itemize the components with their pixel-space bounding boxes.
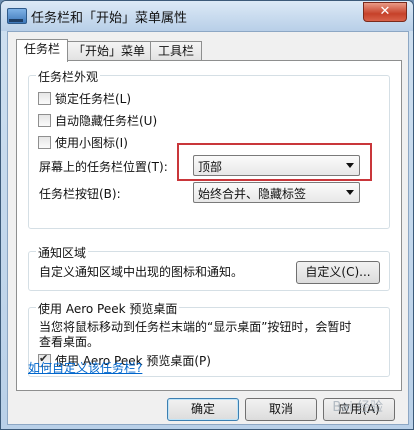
cancel-button[interactable]: 取消 bbox=[245, 398, 317, 421]
help-link[interactable]: 如何自定义该任务栏? bbox=[28, 359, 142, 376]
autohide-checkbox[interactable] bbox=[38, 114, 51, 127]
dialog-client: 任务栏 「开始」菜单 工具栏 任务栏外观 锁定任务栏(L) 自动隐藏任务栏(U)… bbox=[7, 31, 409, 425]
location-label: 屏幕上的任务栏位置(T): bbox=[39, 160, 168, 174]
lock-taskbar-checkbox[interactable] bbox=[38, 92, 51, 105]
autohide-label: 自动隐藏任务栏(U) bbox=[55, 114, 158, 128]
small-icons-checkbox[interactable] bbox=[38, 136, 51, 149]
aero-peek-description-line2: 查看桌面。 bbox=[39, 335, 100, 349]
tab-start-menu[interactable]: 「开始」菜单 bbox=[67, 41, 151, 61]
dropdown-arrow-icon bbox=[346, 190, 354, 195]
tab-taskbar[interactable]: 任务栏 bbox=[16, 39, 68, 62]
buttons-value: 始终合并、隐藏标签 bbox=[198, 187, 307, 201]
small-icons-label: 使用小图标(I) bbox=[55, 136, 128, 150]
notification-description: 自定义通知区域中出现的图标和通知。 bbox=[39, 265, 244, 279]
taskbar-icon bbox=[7, 8, 27, 24]
title-bar[interactable]: 任务栏和「开始」菜单属性 ✕ bbox=[1, 1, 413, 31]
notification-group-title: 通知区域 bbox=[36, 244, 89, 261]
aero-peek-group-title: 使用 Aero Peek 预览桌面 bbox=[36, 300, 180, 317]
watermark-logo: Bai 经验 bbox=[332, 400, 383, 415]
customize-button[interactable]: 自定义(C)... bbox=[296, 261, 380, 284]
window-title: 任务栏和「开始」菜单属性 bbox=[31, 11, 188, 26]
ok-button[interactable]: 确定 bbox=[167, 398, 239, 421]
tab-panel: 任务栏外观 锁定任务栏(L) 自动隐藏任务栏(U) 使用小图标(I) 屏幕上的任… bbox=[16, 60, 402, 391]
buttons-label: 任务栏按钮(B): bbox=[39, 187, 121, 201]
tab-toolbars[interactable]: 工具栏 bbox=[150, 41, 202, 61]
buttons-select[interactable]: 始终合并、隐藏标签 bbox=[193, 182, 360, 203]
close-button[interactable]: ✕ bbox=[363, 2, 407, 22]
appearance-group-title: 任务栏外观 bbox=[36, 68, 101, 85]
properties-window: 任务栏和「开始」菜单属性 ✕ 任务栏 「开始」菜单 工具栏 任务栏外观 锁定任务… bbox=[0, 0, 414, 430]
highlight-box bbox=[177, 143, 372, 181]
lock-taskbar-label: 锁定任务栏(L) bbox=[55, 92, 132, 106]
